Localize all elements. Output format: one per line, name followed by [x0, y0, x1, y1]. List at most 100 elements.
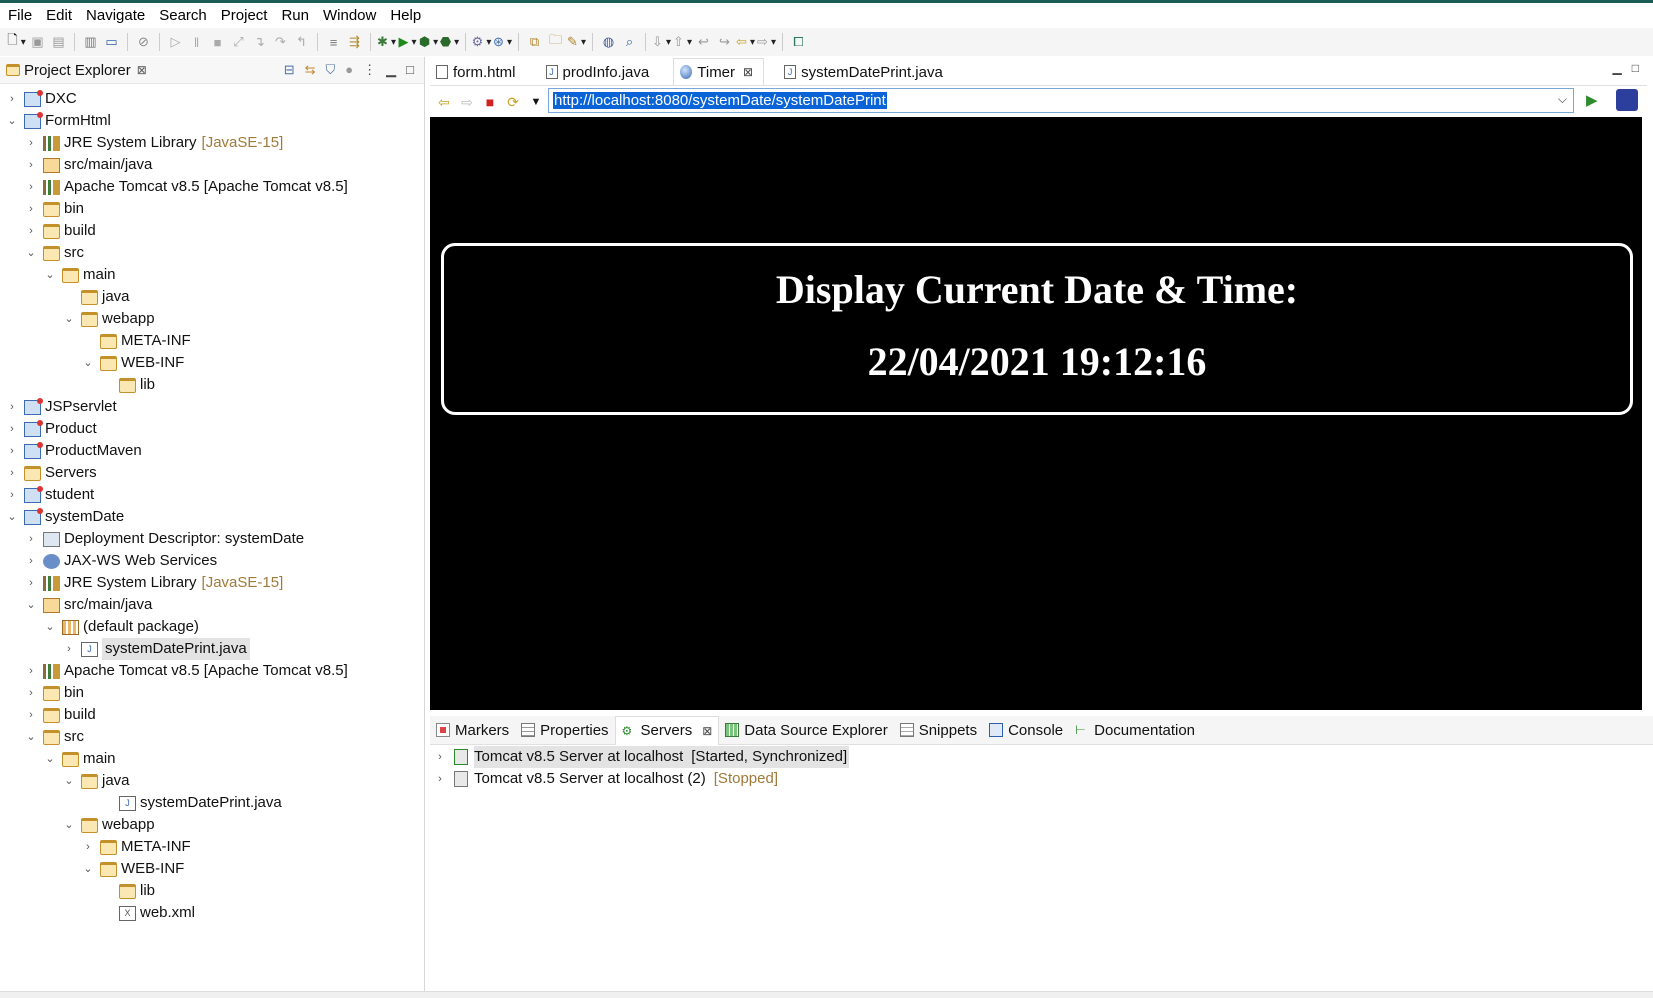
tab-servers[interactable]: ⚙ Servers ⊠: [614, 715, 720, 745]
chevron-right-icon[interactable]: ›: [25, 660, 37, 682]
tree-item[interactable]: › Apache Tomcat v8.5 [Apache Tomcat v8.5]: [25, 660, 348, 682]
chevron-right-icon[interactable]: ›: [25, 220, 37, 242]
forward-edit-icon[interactable]: ↪: [716, 34, 733, 51]
save-all-icon[interactable]: ▤: [50, 34, 67, 51]
open-type-icon[interactable]: ⧉: [526, 34, 543, 51]
new-java-project-icon[interactable]: ⚙: [472, 34, 490, 51]
new-icon[interactable]: 🗋: [7, 32, 25, 51]
external-browser-icon[interactable]: [1616, 89, 1638, 111]
forward-icon[interactable]: ⇨: [757, 34, 775, 51]
menu-window[interactable]: Window: [316, 7, 383, 24]
go-icon[interactable]: ▶: [1586, 91, 1598, 109]
tree-item[interactable]: › build: [25, 704, 96, 726]
tree-item[interactable]: JsystemDatePrint.java: [101, 792, 282, 814]
tree-item[interactable]: java: [63, 286, 130, 308]
chevron-down-icon[interactable]: ⌵: [1558, 92, 1567, 107]
chevron-right-icon[interactable]: ›: [6, 462, 18, 484]
server-row[interactable]: › Tomcat v8.5 Server at localhost (2) [S…: [434, 768, 778, 790]
chevron-down-icon[interactable]: ⌄: [44, 616, 56, 638]
tree-item[interactable]: ⌄ WEB-INF: [82, 352, 184, 374]
chevron-right-icon[interactable]: ›: [25, 550, 37, 572]
tree-item[interactable]: › JAX-WS Web Services: [25, 550, 217, 572]
open-perspective-icon[interactable]: ⧠: [790, 34, 807, 51]
tree-item[interactable]: ⌄ webapp: [63, 814, 154, 836]
coverage-icon[interactable]: ⬢: [419, 34, 437, 51]
chevron-down-icon[interactable]: ⌄: [25, 594, 37, 616]
tab-data-source-explorer[interactable]: Data Source Explorer: [719, 716, 893, 744]
run-icon[interactable]: ▶: [398, 34, 416, 51]
chevron-down-icon[interactable]: ▼: [526, 92, 546, 112]
chevron-down-icon[interactable]: ⌄: [44, 748, 56, 770]
tab-systemdateprint-java[interactable]: J systemDatePrint.java: [778, 59, 953, 85]
external-tools-icon[interactable]: ⬣: [440, 34, 458, 51]
tree-item[interactable]: › DXC: [6, 88, 77, 110]
tree-item[interactable]: › Product: [6, 418, 97, 440]
next-annotation-icon[interactable]: ⇩: [652, 34, 670, 51]
chevron-down-icon[interactable]: ⌄: [6, 506, 18, 528]
maximize-icon[interactable]: □: [406, 62, 414, 78]
tree-item[interactable]: › student: [6, 484, 94, 506]
tree-item[interactable]: › JsystemDatePrint.java: [63, 638, 250, 660]
tree-item[interactable]: ⌄ src: [25, 726, 84, 748]
chevron-down-icon[interactable]: ⌄: [6, 110, 18, 132]
tree-item[interactable]: › bin: [25, 682, 84, 704]
chevron-down-icon[interactable]: ⌄: [44, 264, 56, 286]
skip-breakpoints-icon[interactable]: ⊘: [135, 34, 152, 51]
chevron-right-icon[interactable]: ›: [25, 132, 37, 154]
chevron-right-icon[interactable]: ›: [25, 528, 37, 550]
save-icon[interactable]: ▣: [29, 34, 46, 51]
tree-item[interactable]: ⌄ main: [44, 264, 115, 286]
suspend-icon[interactable]: ‖: [188, 34, 205, 51]
url-input[interactable]: http://localhost:8080/systemDate/systemD…: [548, 88, 1574, 113]
chevron-right-icon[interactable]: ›: [6, 88, 18, 110]
print-icon[interactable]: ▥: [82, 34, 99, 51]
chevron-down-icon[interactable]: ⌄: [63, 814, 75, 836]
tree-item[interactable]: lib: [101, 374, 155, 396]
tree-item[interactable]: ⌄ src/main/java: [25, 594, 152, 616]
tab-properties[interactable]: Properties: [515, 716, 614, 744]
terminate-icon[interactable]: ■: [209, 34, 226, 51]
chevron-right-icon[interactable]: ›: [25, 154, 37, 176]
tree-item[interactable]: ⌄ src: [25, 242, 84, 264]
use-step-filters-icon[interactable]: ⇶: [346, 34, 363, 51]
previous-annotation-icon[interactable]: ⇧: [673, 34, 691, 51]
link-with-editor-icon[interactable]: ⇆: [305, 62, 316, 78]
open-web-browser-icon[interactable]: ◍: [600, 34, 617, 51]
server-row[interactable]: › Tomcat v8.5 Server at localhost [Start…: [434, 746, 850, 768]
collapse-all-icon[interactable]: ⊟: [284, 62, 295, 78]
open-task-icon[interactable]: ✎: [567, 34, 585, 51]
chevron-down-icon[interactable]: ⌄: [82, 352, 94, 374]
last-edit-location-icon[interactable]: ↩: [695, 34, 712, 51]
tree-item[interactable]: ⌄ systemDate: [6, 506, 124, 528]
view-menu-icon[interactable]: ⋮: [363, 62, 376, 78]
back-icon[interactable]: ⇦: [434, 92, 454, 112]
project-explorer-title[interactable]: Project Explorer: [24, 62, 131, 79]
chevron-right-icon[interactable]: ›: [25, 198, 37, 220]
tree-item[interactable]: Xweb.xml: [101, 902, 195, 924]
tree-item[interactable]: ⌄ main: [44, 748, 115, 770]
tree-item[interactable]: › Deployment Descriptor: systemDate: [25, 528, 304, 550]
tree-item[interactable]: ⌄ WEB-INF: [82, 858, 184, 880]
focus-icon[interactable]: ●: [345, 62, 353, 78]
step-over-icon[interactable]: ↷: [272, 34, 289, 51]
tree-item[interactable]: › bin: [25, 198, 84, 220]
tab-form-html[interactable]: form.html: [430, 59, 526, 85]
chevron-down-icon[interactable]: ⌄: [63, 308, 75, 330]
tab-console[interactable]: Console: [983, 716, 1069, 744]
tab-markers[interactable]: Markers: [430, 716, 515, 744]
tree-item[interactable]: › JSPservlet: [6, 396, 117, 418]
tree-item[interactable]: › build: [25, 220, 96, 242]
tree-item[interactable]: ⌄ (default package): [44, 616, 199, 638]
tree-item[interactable]: › JRE System Library [JavaSE-15]: [25, 572, 283, 594]
filter-icon[interactable]: ⛉: [326, 62, 336, 78]
chevron-right-icon[interactable]: ›: [434, 768, 446, 790]
chevron-right-icon[interactable]: ›: [6, 484, 18, 506]
tree-item[interactable]: ⌄ java: [63, 770, 129, 792]
menu-navigate[interactable]: Navigate: [79, 7, 152, 24]
tree-item[interactable]: › META-INF: [82, 836, 191, 858]
toggle-mark-icon[interactable]: ≡: [325, 34, 342, 51]
search-icon[interactable]: ⌕: [621, 34, 638, 51]
new-class-icon[interactable]: ⊛: [493, 34, 511, 51]
open-folder-icon[interactable]: 🗀: [547, 32, 564, 51]
chevron-right-icon[interactable]: ›: [434, 746, 446, 768]
